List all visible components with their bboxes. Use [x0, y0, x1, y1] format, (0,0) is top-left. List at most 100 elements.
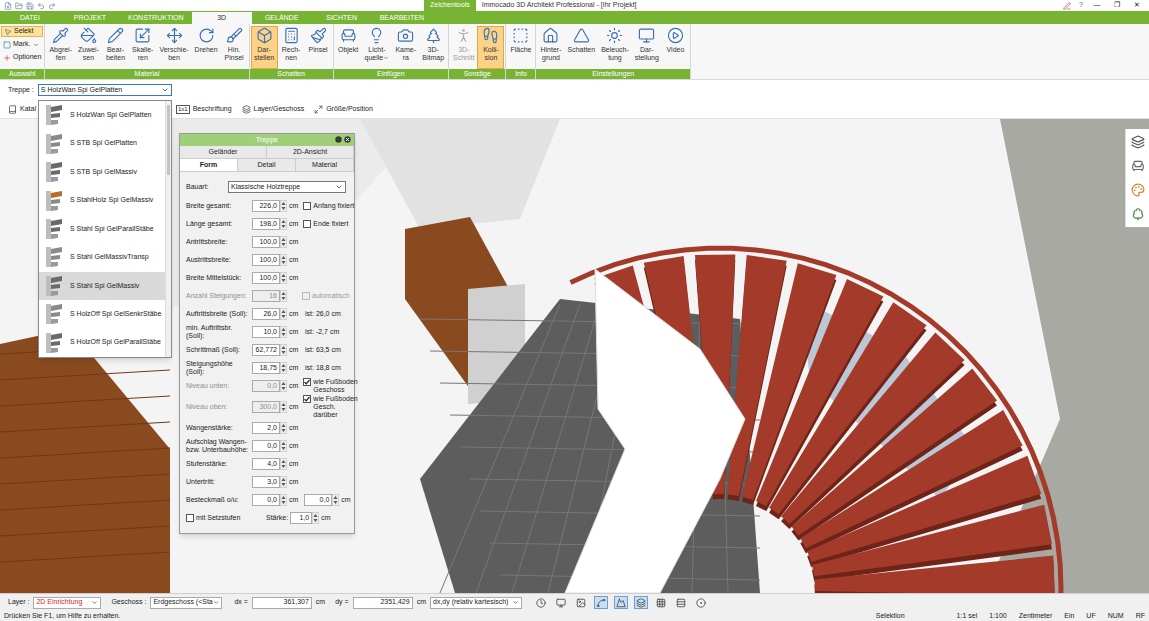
ribbon-button[interactable]: Rech-nen	[278, 26, 305, 69]
number-field[interactable]: 2,0	[252, 422, 287, 434]
ribbon-button[interactable]: Verschie-ben	[156, 26, 191, 69]
status-select[interactable]: dx,dy (relativ kartesisch)	[430, 597, 522, 609]
spinner-icon[interactable]	[280, 290, 287, 302]
side-tool-icon[interactable]	[1131, 135, 1145, 149]
ribbon-small-button[interactable]: Mark.	[1, 39, 43, 50]
stair-option[interactable]: S HolzOff Spi GelParallStäbe	[39, 329, 165, 357]
number-field[interactable]: 300,0	[252, 401, 287, 413]
pin-icon[interactable]	[335, 136, 342, 143]
spinner-icon[interactable]	[280, 401, 287, 413]
dy-field[interactable]: 2351,429	[353, 597, 413, 609]
quick-access-icon[interactable]	[26, 2, 34, 10]
ribbon-tab[interactable]: GELÄNDE	[252, 12, 312, 24]
ribbon-small-button[interactable]: Optionen	[1, 52, 43, 63]
context-tab[interactable]: Zeichentools	[424, 0, 476, 11]
panel-tab[interactable]: Geländer	[180, 146, 267, 158]
status-tool-button[interactable]	[694, 596, 708, 609]
stair-option[interactable]: S HolzWan Spi GelPlatten	[39, 101, 165, 129]
ribbon-button[interactable]: Kame-ra	[392, 26, 419, 69]
spinner-icon[interactable]	[280, 458, 287, 470]
number-field[interactable]: 0,0	[252, 380, 287, 392]
status-tool-button[interactable]	[674, 596, 688, 609]
ribbon-button[interactable]: Dar-stellen	[251, 26, 278, 69]
window-control-button[interactable]: ❐	[1111, 0, 1123, 11]
ribbon-button[interactable]: Drehen	[192, 26, 221, 69]
spinner-icon[interactable]	[280, 362, 287, 374]
status-select[interactable]: Erdgeschoss (<Sta	[150, 597, 222, 609]
ribbon-button[interactable]: Bear-beiten	[102, 26, 129, 69]
3d-viewport[interactable]	[0, 119, 1149, 593]
form-checkbox[interactable]: Anfang fixiert	[303, 202, 361, 210]
checkbox[interactable]	[186, 514, 194, 522]
spinner-icon[interactable]	[332, 494, 339, 506]
spinner-icon[interactable]	[280, 200, 287, 212]
toolbar-button[interactable]: Größe/Position	[314, 104, 373, 115]
panel-title-bar[interactable]: Treppe	[180, 134, 354, 146]
ribbon-small-button[interactable]: Selekt	[1, 26, 43, 37]
ribbon-button[interactable]: Objekt	[335, 26, 362, 69]
status-tool-button[interactable]	[534, 596, 548, 609]
ribbon-tab[interactable]: DATEI	[0, 12, 60, 24]
number-field[interactable]: 0,0	[304, 494, 339, 506]
bauart-select[interactable]: Klassische Holztreppe	[228, 181, 346, 193]
status-tool-button[interactable]	[654, 596, 668, 609]
ribbon-button[interactable]: Hinter-grund	[537, 26, 564, 69]
side-tool-icon[interactable]	[1131, 207, 1145, 221]
ribbon-button[interactable]: Schatten	[565, 26, 599, 69]
panel-tab[interactable]: Detail	[238, 159, 296, 171]
number-field[interactable]: 1,0	[290, 512, 319, 524]
spinner-icon[interactable]	[280, 494, 287, 506]
3d-viewport-scene[interactable]	[0, 119, 1149, 593]
number-field[interactable]: 16	[252, 290, 287, 302]
status-tool-button[interactable]	[634, 596, 648, 609]
number-field[interactable]: 4,0	[252, 458, 287, 470]
stair-option[interactable]: S HolzOff Spi GelSenkrStäbe	[39, 300, 165, 328]
stair-option[interactable]: S Stahl GelMassivTransp	[39, 243, 165, 271]
spinner-icon[interactable]	[280, 308, 287, 320]
window-control-button[interactable]: ✕	[1131, 0, 1143, 11]
spinner-icon[interactable]	[280, 272, 287, 284]
form-checkbox[interactable]: wie Fußboden Geschoss	[303, 378, 361, 394]
checkbox[interactable]	[302, 292, 310, 300]
ribbon-button[interactable]: 3D-Schnitt	[450, 26, 477, 69]
ribbon-tab[interactable]: 3D	[192, 12, 252, 24]
ribbon-button[interactable]: Kolli-sion	[477, 26, 504, 69]
form-checkbox[interactable]: wie Fußboden Gesch. darüber	[303, 395, 361, 419]
ribbon-button[interactable]: Dar-stellung	[632, 26, 662, 69]
panel-tab[interactable]: Form	[180, 159, 238, 171]
ribbon-tab[interactable]: BEARBEITEN	[372, 12, 432, 24]
side-tool-icon[interactable]	[1131, 159, 1145, 173]
toolbar-button[interactable]: 1x1Beschriftung	[176, 104, 232, 115]
status-tool-button[interactable]	[554, 596, 568, 609]
spinner-icon[interactable]	[280, 218, 287, 230]
stair-option[interactable]: S STB Spi GelPlatten	[39, 129, 165, 157]
help-button[interactable]: ?	[1079, 0, 1083, 11]
spinner-icon[interactable]	[280, 440, 287, 452]
scrollbar[interactable]	[165, 101, 171, 357]
ribbon-button[interactable]: Fläche	[507, 26, 534, 69]
spinner-icon[interactable]	[280, 236, 287, 248]
dx-field[interactable]: 361,307	[252, 597, 312, 609]
stair-option[interactable]: S Stahl Spi GelParallStäbe	[39, 215, 165, 243]
quick-access-icon[interactable]	[48, 2, 56, 10]
number-field[interactable]: 62,772	[252, 344, 287, 356]
ribbon-button[interactable]: Video	[662, 26, 689, 69]
spinner-icon[interactable]	[280, 326, 287, 338]
ribbon-button[interactable]: Pinsel	[305, 26, 332, 69]
number-field[interactable]: 0,0	[252, 440, 287, 452]
stair-option[interactable]: S Stahl Spi GelMassiv	[39, 272, 165, 300]
number-field[interactable]: 18,75	[252, 362, 287, 374]
number-field[interactable]: 100,0	[252, 272, 287, 284]
checkbox[interactable]	[303, 220, 311, 228]
ribbon-button[interactable]: Licht-quelle	[362, 26, 393, 69]
checkbox[interactable]	[303, 202, 311, 210]
panel-tab[interactable]: Material	[296, 159, 354, 171]
status-tool-button[interactable]	[574, 596, 588, 609]
number-field[interactable]: 198,0	[252, 218, 287, 230]
number-field[interactable]: 226,0	[252, 200, 287, 212]
number-field[interactable]: 10,0	[252, 326, 287, 338]
form-checkbox[interactable]: mit Setzstufen	[186, 513, 264, 524]
status-tool-button[interactable]	[614, 596, 628, 609]
scrollbar-thumb[interactable]	[167, 105, 170, 175]
status-tool-button[interactable]	[594, 596, 608, 609]
